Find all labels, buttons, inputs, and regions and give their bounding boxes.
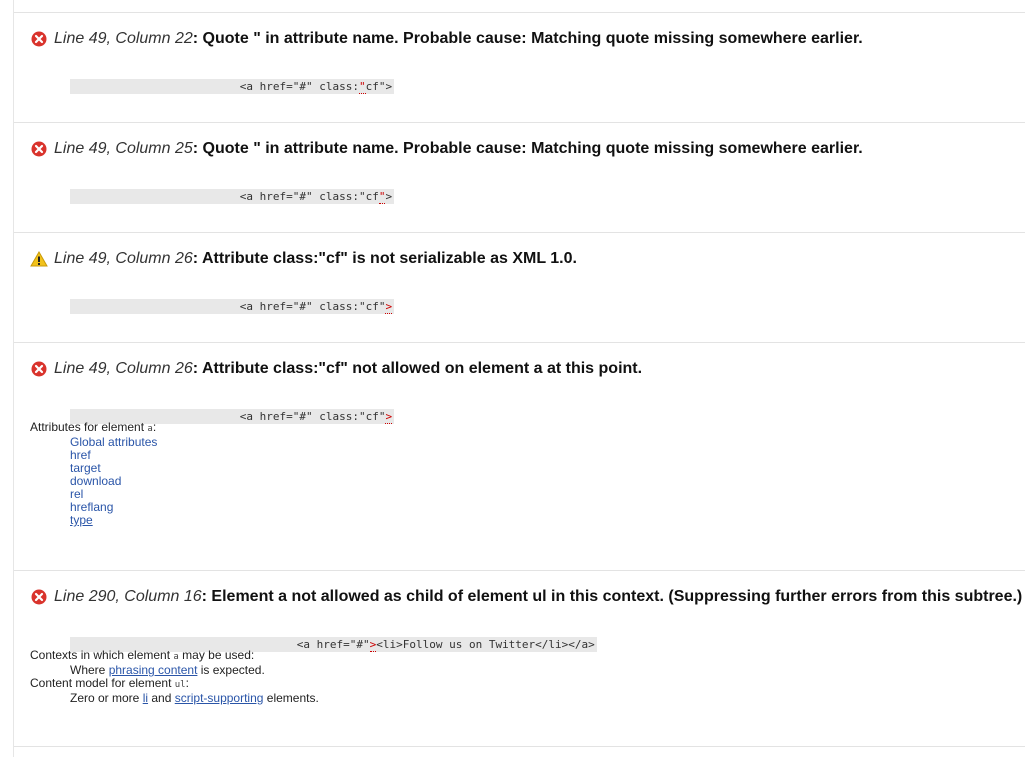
error-text: : Quote " in attribute name. Probable ca…: [192, 30, 863, 47]
script-supporting-link[interactable]: script-supporting: [175, 691, 264, 705]
attr-link-rel[interactable]: rel: [70, 487, 83, 501]
source-extract: <a href="#" class:"cf">: [30, 174, 395, 204]
warning-location[interactable]: Line 49, Column 26: [54, 250, 193, 267]
error-message: Line 290, Column 16: Element a not allow…: [54, 587, 1022, 607]
result-entry-warning: Line 49, Column 26: Attribute class:"cf"…: [14, 232, 1025, 343]
error-location[interactable]: Line 49, Column 25: [54, 140, 193, 157]
error-location[interactable]: Line 49, Column 26: [54, 360, 193, 377]
content-model-heading: Content model for element ul:: [30, 676, 189, 691]
result-entry-error-4: Line 290, Column 16: Element a not allow…: [14, 570, 1025, 747]
error-circle-x-icon: [31, 589, 47, 605]
validator-results: Line 49, Column 22: Quote " in attribute…: [0, 0, 1025, 757]
source-code: <a href="#"><li>Follow us on Twitter</li…: [296, 637, 597, 652]
result-entry-error-3: Line 49, Column 26: Attribute class:"cf"…: [14, 342, 1025, 571]
phrasing-content-link[interactable]: phrasing content: [109, 663, 198, 677]
error-location[interactable]: Line 49, Column 22: [54, 30, 193, 47]
error-circle-x-icon: [31, 141, 47, 157]
error-highlight: >: [385, 410, 393, 424]
attributes-heading: Attributes for element a:: [30, 420, 157, 435]
warning-message: Line 49, Column 26: Attribute class:"cf"…: [54, 249, 577, 269]
source-code: <a href="#" class:"cf">: [239, 299, 395, 314]
source-code: <a href="#" class:"cf">: [239, 409, 395, 424]
attr-link-target[interactable]: target: [70, 461, 101, 475]
attr-link-hreflang[interactable]: hreflang: [70, 500, 113, 514]
attr-link-download[interactable]: download: [70, 474, 121, 488]
result-entry-error-1: Line 49, Column 22: Quote " in attribute…: [14, 12, 1025, 123]
error-highlight: >: [385, 300, 393, 314]
attributes-details: Attributes for element a: Global attribu…: [30, 421, 157, 527]
error-highlight: ": [358, 80, 366, 94]
error-text: : Element a not allowed as child of elem…: [201, 588, 1023, 605]
attr-link-href[interactable]: href: [70, 448, 91, 462]
attr-link-global-attributes[interactable]: Global attributes: [70, 435, 157, 449]
error-location[interactable]: Line 290, Column 16: [54, 588, 202, 605]
source-code: <a href="#" class:"cf">: [239, 79, 395, 94]
attr-link-type[interactable]: type: [70, 513, 93, 527]
error-circle-x-icon: [31, 31, 47, 47]
context-details: Contexts in which element a may be used:…: [30, 649, 319, 705]
result-entry-error-2: Line 49, Column 25: Quote " in attribute…: [14, 122, 1025, 233]
content-model-item: Zero or more li and script-supporting el…: [70, 691, 319, 705]
source-extract: <a href="#" class:"cf">: [30, 284, 395, 314]
source-extract: <a href="#" class:"cf">: [30, 64, 395, 94]
error-text: : Quote " in attribute name. Probable ca…: [192, 140, 863, 157]
error-message: Line 49, Column 25: Quote " in attribute…: [54, 139, 863, 159]
source-extract: <a href="#"><li>Follow us on Twitter</li…: [30, 622, 597, 652]
warning-text: : Attribute class:"cf" is not serializab…: [192, 250, 577, 267]
error-message: Line 49, Column 26: Attribute class:"cf"…: [54, 359, 642, 379]
contexts-heading: Contexts in which element a may be used:: [30, 648, 255, 663]
warning-triangle-icon: [30, 251, 48, 267]
error-message: Line 49, Column 22: Quote " in attribute…: [54, 29, 863, 49]
error-circle-x-icon: [31, 361, 47, 377]
source-code: <a href="#" class:"cf">: [239, 189, 395, 204]
error-text: : Attribute class:"cf" not allowed on el…: [192, 360, 643, 377]
source-extract: <a href="#" class:"cf">: [30, 394, 395, 424]
